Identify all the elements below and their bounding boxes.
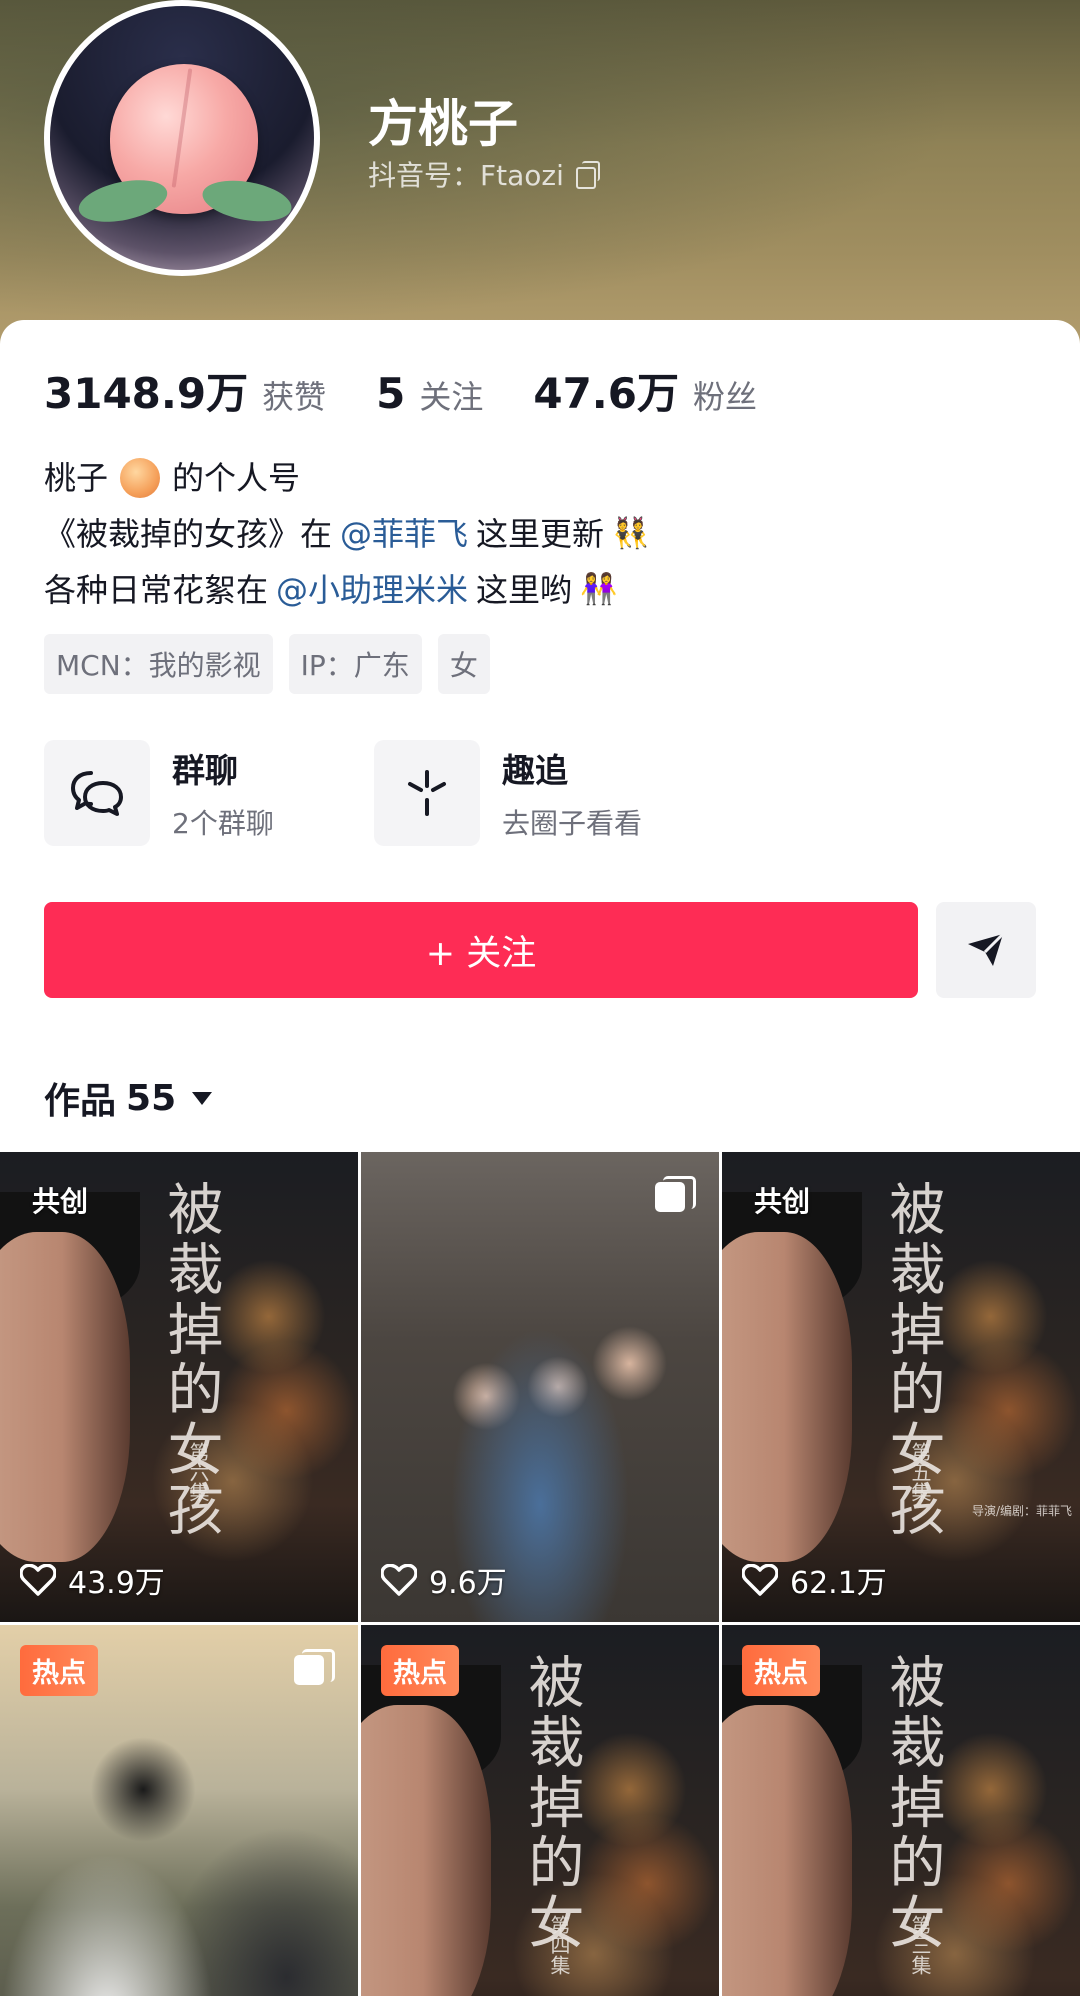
avatar[interactable] [44,0,320,276]
entry-row: 群聊 2个群聊 趣追 去圈子看看 [44,740,674,846]
tag-ip: IP：广东 [288,634,422,694]
heart-icon [381,1564,417,1596]
copy-icon[interactable] [574,161,600,189]
multi-image-icon [655,1176,696,1214]
stat-value: 5 [376,369,406,418]
works-count: 55 [126,1077,177,1119]
heart-icon [20,1564,56,1596]
multi-image-icon [294,1649,335,1687]
douyin-id-row[interactable]: 抖音号：Ftaozi [368,154,600,194]
stat-label: 获赞 [262,378,327,416]
caret-down-icon [192,1091,213,1105]
profile-card: 3148.9万 获赞 5 关注 47.6万 粉丝 桃子 的个人号 《被裁掉的女孩… [0,320,1080,1996]
like-count: 9.6万 [381,1558,507,1602]
follow-button[interactable]: + 关注 [44,902,918,998]
bio-text: 桃子 [44,459,109,497]
entry-title: 群聊 [172,751,238,790]
poster-episode: 第六集 [186,1442,210,1502]
entry-quzhui[interactable]: 趣追 去圈子看看 [374,740,674,846]
entry-group-chat[interactable]: 群聊 2个群聊 [44,740,344,846]
stat-value: 47.6万 [533,369,679,418]
poster-episode: 第四集 [547,1915,571,1975]
mention-link[interactable]: @菲菲飞 [340,506,468,562]
stat-following[interactable]: 5 关注 [376,369,483,418]
stat-followers[interactable]: 47.6万 粉丝 [533,360,757,421]
stat-value: 3148.9万 [44,369,249,418]
stat-label: 关注 [419,378,484,416]
sparkle-icon [408,770,446,816]
entry-subtitle: 去圈子看看 [502,807,643,840]
mention-link[interactable]: @小助理米米 [276,562,468,618]
action-row: + 关注 [44,902,1036,998]
bio-text: 《被裁掉的女孩》在 [44,515,333,553]
poster-episode: 第五集 [908,1442,932,1502]
leaf-left [75,173,171,229]
video-tile[interactable]: 热点 [0,1625,358,1996]
bio-text: 各种日常花絮在 [44,571,269,609]
dancers-emoji-icon: 👯 [612,516,650,551]
bio-line-3: 各种日常花絮在 @小助理米米 这里哟 👭 [44,562,649,618]
tag-row: MCN：我的影视 IP：广东 女 [44,634,490,694]
stats-row: 3148.9万 获赞 5 关注 47.6万 粉丝 [44,360,807,421]
co-create-badge: 共创 [32,1185,89,1218]
douyin-id: 抖音号：Ftaozi [368,159,564,192]
send-icon [968,932,1005,966]
like-value: 62.1万 [790,1566,887,1601]
entry-icon-box [374,740,480,846]
poster-director: 导演/编剧：菲菲飞 [972,1504,1073,1518]
hot-badge: 热点 [381,1645,459,1696]
entry-title: 趣追 [502,751,568,790]
poster-face [722,1232,852,1562]
bio-text: 这里哟 [476,571,573,609]
tag-mcn[interactable]: MCN：我的影视 [44,634,273,694]
like-value: 43.9万 [68,1566,165,1601]
poster-episode: 第三集 [908,1915,932,1975]
heart-icon [742,1564,778,1596]
works-label: 作品 [44,1081,117,1122]
video-tile[interactable]: 被裁掉的女孩 第五集 导演/编剧：菲菲飞 共创 62.1万 [722,1152,1080,1622]
follow-label: + 关注 [425,933,537,974]
stat-likes[interactable]: 3148.9万 获赞 [44,360,326,421]
video-tile[interactable]: 被裁掉的女 第四集 热点 [361,1625,719,1996]
leaf-right [199,174,295,228]
bio-line-2: 《被裁掉的女孩》在 @菲菲飞 这里更新 👯 [44,506,649,562]
video-grid: 被裁掉的女孩 第六集 共创 43.9万 9.6万 被裁掉的女孩 第五集 导演/编… [0,1152,1080,1996]
like-count: 62.1万 [742,1558,887,1602]
bio-text: 这里更新 [476,515,605,553]
video-tile[interactable]: 9.6万 [361,1152,719,1622]
hot-badge: 热点 [20,1645,98,1696]
stat-label: 粉丝 [692,378,757,416]
co-create-badge: 共创 [754,1185,811,1218]
like-count: 43.9万 [20,1558,165,1602]
peach-emoji-icon [120,458,161,498]
bio-text: 的个人号 [172,459,301,497]
poster-face [361,1705,491,1996]
girls-emoji-icon: 👭 [580,572,618,607]
hot-badge: 热点 [742,1645,820,1696]
poster-title: 被裁掉的女 [519,1653,584,1953]
poster-face [722,1705,852,1996]
entry-subtitle: 2个群聊 [172,807,274,840]
video-tile[interactable]: 被裁掉的女孩 第六集 共创 43.9万 [0,1152,358,1622]
video-tile[interactable]: 被裁掉的女 第三集 热点 [722,1625,1080,1996]
nickname: 方桃子 [368,95,518,153]
chat-bubbles-icon [71,771,123,816]
entry-icon-box [44,740,150,846]
bio-line-1: 桃子 的个人号 [44,450,649,506]
poster-face [0,1232,130,1562]
like-value: 9.6万 [429,1566,507,1601]
works-tab[interactable]: 作品 55 [44,1072,213,1124]
tag-gender: 女 [437,634,490,694]
share-button[interactable] [936,902,1036,998]
poster-title: 被裁掉的女 [880,1653,945,1953]
bio: 桃子 的个人号 《被裁掉的女孩》在 @菲菲飞 这里更新 👯 各种日常花絮在 @小… [44,450,649,618]
